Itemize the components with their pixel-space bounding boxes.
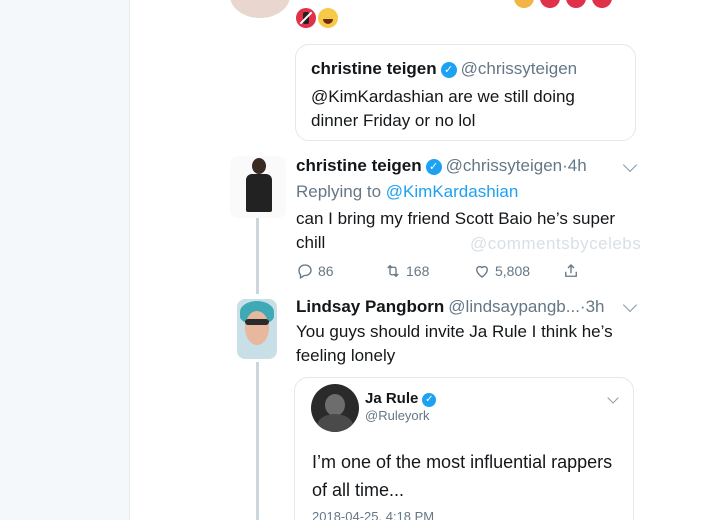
left-gutter bbox=[0, 0, 130, 520]
embedded-tweet-timestamp[interactable]: 2018-04-25, 4:18 PM bbox=[312, 509, 434, 520]
emoji-icon bbox=[566, 0, 586, 8]
previous-tweet-fragment bbox=[230, 0, 630, 32]
avatar[interactable] bbox=[230, 156, 286, 218]
chevron-down-icon[interactable] bbox=[607, 392, 619, 404]
chevron-down-icon[interactable] bbox=[622, 157, 638, 173]
tweet-time[interactable]: 4h bbox=[568, 156, 587, 175]
author-name[interactable]: christine teigen bbox=[296, 156, 422, 175]
embedded-tweet-text: I’m one of the most influential rappers … bbox=[312, 452, 613, 500]
embedded-tweet-card[interactable]: Ja Rule ✓ @Ruleyork I’m one of the most i… bbox=[294, 377, 634, 520]
avatar[interactable] bbox=[311, 384, 359, 432]
quoted-tweet-card[interactable]: christine teigen ✓ @chrissyteigen @KimKard… bbox=[295, 44, 636, 141]
like-button[interactable]: 5,808 bbox=[473, 262, 530, 280]
watermark: @commentsbycelebs bbox=[470, 234, 642, 253]
verified-badge-icon: ✓ bbox=[422, 393, 437, 407]
emoji-icon bbox=[514, 0, 534, 8]
thread-connector bbox=[256, 218, 259, 294]
avatar bbox=[230, 0, 290, 18]
emoji-icon bbox=[592, 0, 612, 8]
replying-to: Replying to @KimKardashian bbox=[296, 182, 518, 202]
retweet-count: 168 bbox=[406, 263, 430, 279]
reply-tweet-header: christine teigen ✓ @chrissyteigen·4h bbox=[296, 156, 587, 176]
second-tweet-header: Lindsay Pangborn @lindsaypangb...·3h bbox=[296, 297, 605, 317]
embedded-author: Ja Rule ✓ bbox=[365, 390, 437, 407]
author-handle: @chrissyteigen bbox=[460, 59, 578, 78]
verified-badge-icon: ✓ bbox=[440, 62, 457, 78]
tweet-actions: 86 168 5,808 bbox=[296, 262, 596, 284]
heart-icon bbox=[476, 265, 488, 278]
author-name: christine teigen bbox=[311, 59, 437, 78]
second-tweet-text: You guys should invite Ja Rule I think h… bbox=[296, 322, 613, 365]
quoted-tweet-header: christine teigen ✓ @chrissyteigen bbox=[311, 59, 577, 79]
emoji-row bbox=[514, 0, 618, 13]
reply-button[interactable]: 86 bbox=[296, 262, 334, 280]
reply-count: 86 bbox=[318, 263, 334, 279]
quoted-tweet-text: @KimKardashian are we still doing dinner… bbox=[311, 87, 575, 130]
chevron-down-icon[interactable] bbox=[622, 297, 638, 313]
reply-icon bbox=[298, 264, 312, 279]
author-handle[interactable]: @lindsaypangb... bbox=[448, 297, 580, 316]
emoji-reactions bbox=[296, 8, 338, 28]
tweet-time[interactable]: 3h bbox=[586, 297, 605, 316]
mention-link[interactable]: @KimKardashian bbox=[386, 182, 519, 201]
tears-of-joy-emoji-icon bbox=[318, 8, 338, 28]
author-name[interactable]: Ja Rule bbox=[365, 390, 418, 407]
verified-badge-icon: ✓ bbox=[425, 159, 442, 175]
like-count: 5,808 bbox=[495, 263, 531, 279]
author-name[interactable]: Lindsay Pangborn bbox=[296, 297, 444, 316]
author-handle[interactable]: @Ruleyork bbox=[365, 408, 430, 423]
author-handle[interactable]: @chrissyteigen bbox=[446, 156, 562, 175]
replying-to-label: Replying to bbox=[296, 182, 382, 201]
retweet-icon bbox=[387, 264, 399, 278]
emoji-icon bbox=[540, 0, 560, 8]
no-mobile-phones-emoji-icon bbox=[296, 8, 316, 28]
share-button[interactable] bbox=[562, 262, 580, 280]
retweet-button[interactable]: 168 bbox=[384, 262, 429, 280]
share-icon bbox=[565, 264, 577, 277]
avatar[interactable] bbox=[237, 299, 277, 359]
thread-connector bbox=[256, 362, 259, 520]
